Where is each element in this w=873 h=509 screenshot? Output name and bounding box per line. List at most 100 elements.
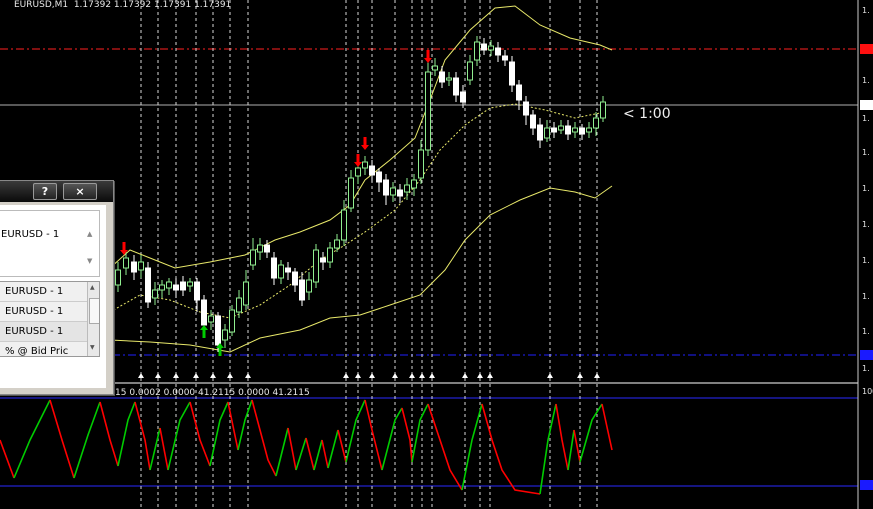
oscillator-up-segment (567, 429, 575, 471)
oscillator-down-segment (305, 437, 315, 471)
signal-tick-marker (369, 373, 375, 378)
candle-body (481, 43, 487, 51)
list-scrollbar[interactable]: ▲ ▼ (87, 282, 99, 356)
oscillator-up-segment (275, 427, 289, 477)
candle-body (222, 329, 228, 341)
candle-body (593, 117, 599, 129)
candle-body (187, 281, 193, 287)
signal-tick-marker (577, 373, 583, 378)
candle-body (369, 165, 375, 176)
support-price-marker (860, 350, 873, 360)
indicator-level-marker (860, 480, 873, 490)
candle-body (292, 271, 298, 286)
oscillator-down-segment (321, 439, 329, 469)
candle-body (537, 124, 543, 141)
trading-chart-window: EURUSD,M1 1.17392 1.17392 1.17391 1.1739… (0, 0, 873, 509)
candle-body (257, 244, 263, 253)
scrollbar-thumb[interactable] (89, 298, 99, 324)
candle-body (320, 257, 326, 263)
current-price-marker (860, 100, 873, 110)
candle-body (411, 179, 417, 189)
candle-body (208, 315, 214, 323)
signal-tick-marker (343, 373, 349, 378)
candle-body (502, 55, 508, 61)
oscillator-down-segment (99, 401, 119, 467)
candle-body (243, 281, 249, 306)
candle-body (334, 239, 340, 249)
oscillator-down-segment (481, 403, 541, 495)
oscillator-up-segment (411, 403, 429, 463)
signal-tick-marker (429, 373, 435, 378)
candle-body (355, 167, 361, 177)
oscillator-down-segment (427, 403, 463, 491)
candle-body (180, 281, 186, 291)
scroll-up-icon[interactable]: ▲ (87, 230, 92, 238)
candle-body (418, 149, 424, 179)
candle-body (530, 114, 536, 129)
candle-body (173, 284, 179, 291)
oscillator-down-segment (555, 403, 569, 471)
candle-body (250, 249, 256, 266)
candle-body (264, 244, 270, 253)
signal-tick-marker (173, 373, 179, 378)
candle-body (376, 171, 382, 183)
chart-list-row-selected[interactable]: EURUSD - 1 (0, 322, 87, 342)
dialog-titlebar[interactable]: ? × (0, 181, 113, 202)
signal-tick-marker (392, 373, 398, 378)
chart-list-row[interactable]: EURUSD - 1 (0, 302, 87, 322)
price-axis-label: 1. (862, 148, 870, 157)
scroll-down-icon[interactable]: ▼ (90, 344, 95, 351)
oscillator-up-segment (327, 429, 339, 469)
oscillator-up-segment (295, 437, 307, 471)
buy-arrow-icon (200, 325, 208, 338)
chart-list[interactable]: EURUSD - 1 EURUSD - 1 EURUSD - 1 % @ Bid… (0, 281, 100, 357)
upper-band-line (109, 5, 613, 269)
oscillator-down-segment (573, 429, 581, 463)
chart-list-row[interactable]: % @ Bid Pric (0, 342, 87, 356)
oscillator-up-segment (73, 401, 101, 479)
symbol-list[interactable]: EURUSD - 1 ▲ ▼ (0, 210, 100, 277)
candle-body (509, 61, 515, 86)
candle-body (516, 84, 522, 101)
chart-list-row[interactable]: EURUSD - 1 (0, 282, 87, 302)
signal-tick-marker (227, 373, 233, 378)
candle-body (432, 65, 438, 71)
candle-body (586, 127, 592, 133)
candle-body (390, 187, 396, 196)
chart-symbol-title: EURUSD,M1 1.17392 1.17392 1.17391 1.1739… (14, 0, 232, 10)
oscillator-down-segment (337, 429, 347, 463)
candle-body (348, 177, 354, 209)
help-button[interactable]: ? (33, 183, 57, 200)
candle-body (285, 267, 291, 273)
candle-body (495, 47, 501, 56)
signal-tick-marker (138, 373, 144, 378)
candle-body (558, 125, 564, 131)
candle-body (467, 61, 473, 81)
candle-body (383, 179, 389, 196)
signal-tick-marker (409, 373, 415, 378)
candle-body (397, 189, 403, 197)
price-axis-label: 1. (862, 292, 870, 301)
oscillator-up-segment (117, 401, 136, 467)
candle-body (523, 101, 529, 116)
bar-countdown-timer: < 1:00 (623, 106, 671, 122)
oscillator-up-segment (579, 403, 603, 463)
candle-body (229, 309, 235, 333)
scroll-up-icon[interactable]: ▲ (90, 284, 95, 291)
resistance-price-marker (860, 44, 873, 54)
close-button[interactable]: × (63, 183, 97, 200)
scroll-down-icon[interactable]: ▼ (87, 257, 92, 265)
candle-body (299, 279, 305, 301)
price-chart[interactable] (0, 0, 873, 509)
price-axis-label: 1. (862, 220, 870, 229)
signal-tick-marker (477, 373, 483, 378)
symbol-list-item[interactable]: EURUSD - 1 (1, 229, 59, 240)
signal-tick-marker (594, 373, 600, 378)
oscillator-up-segment (381, 407, 403, 471)
signal-tick-marker (547, 373, 553, 378)
candle-body (453, 77, 459, 96)
candle-body (327, 247, 333, 263)
candle-body (306, 279, 312, 293)
oscillator-down-segment (601, 403, 613, 451)
price-axis-label: 1. (862, 327, 870, 336)
